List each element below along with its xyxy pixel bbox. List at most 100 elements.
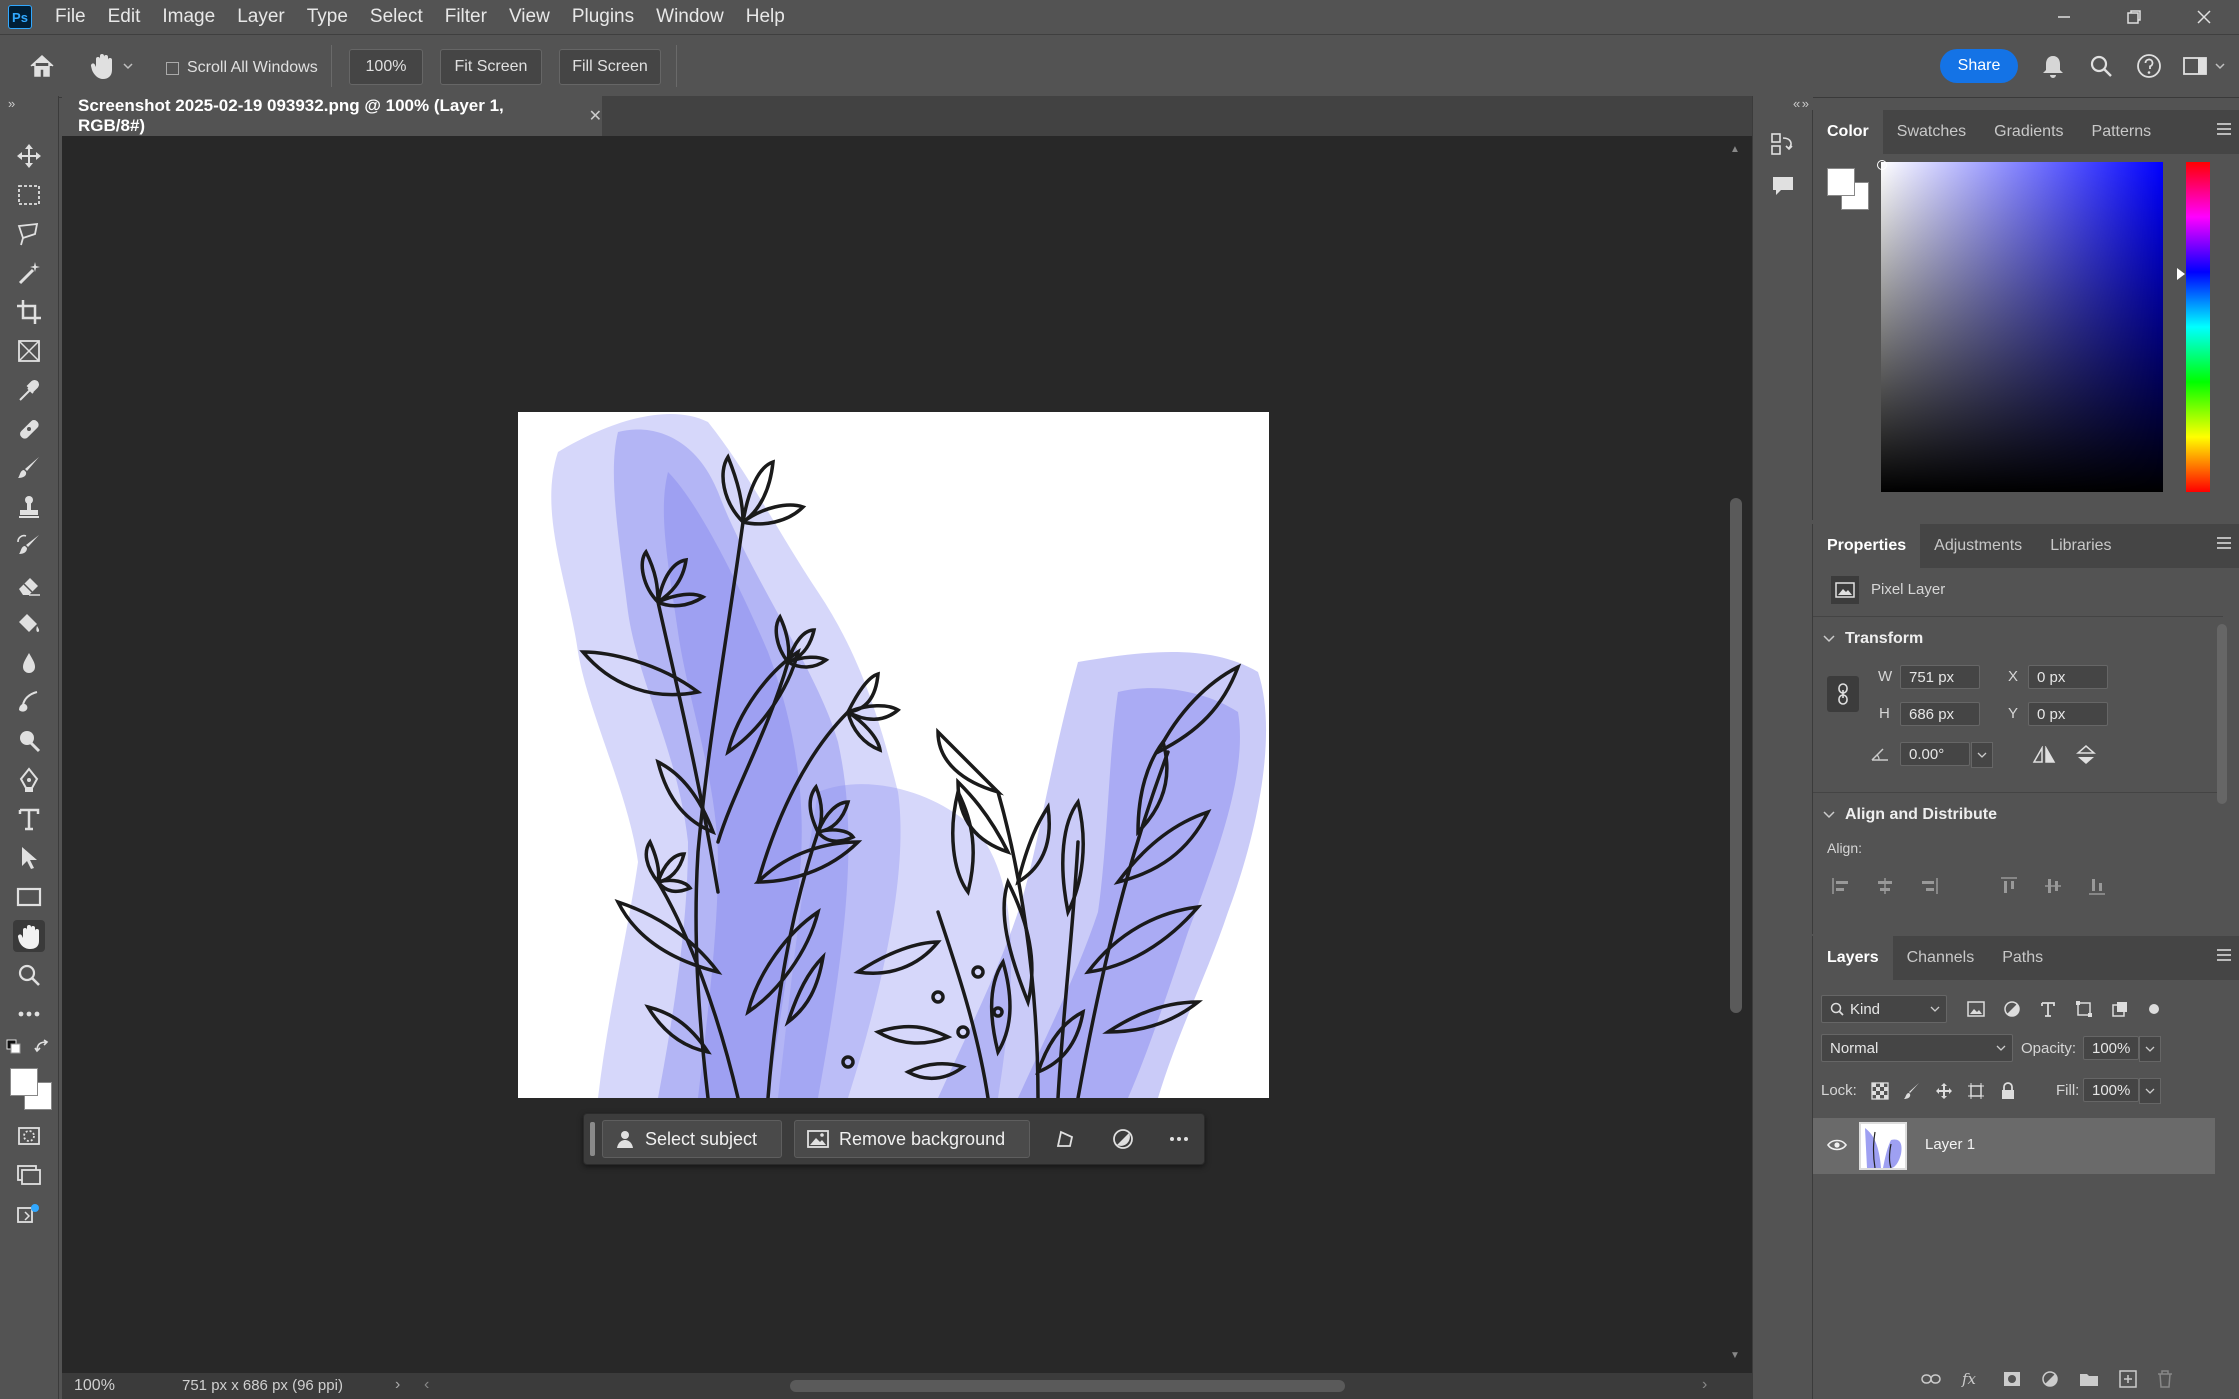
lock-position-icon[interactable] [1935, 1082, 1953, 1100]
menu-type[interactable]: Type [296, 0, 359, 34]
tab-layers[interactable]: Layers [1813, 936, 1893, 980]
scroll-left-arrow-icon[interactable]: ‹ [424, 1376, 429, 1394]
properties-scrollbar-thumb[interactable] [2217, 624, 2227, 804]
minimize-button[interactable] [2029, 0, 2099, 34]
align-center-icon[interactable] [1875, 876, 1895, 896]
align-right-icon[interactable] [1919, 876, 1939, 896]
adjustment-layer-icon[interactable] [2041, 1370, 2059, 1388]
tab-properties[interactable]: Properties [1813, 524, 1921, 568]
fill-field[interactable]: 100% [2083, 1078, 2139, 1102]
color-picker-marker[interactable] [1877, 160, 1887, 170]
edit-toolbar-button[interactable] [13, 998, 45, 1030]
foreground-color-chip[interactable] [1827, 168, 1855, 196]
hand-tool[interactable] [13, 920, 45, 952]
filter-pixel-icon[interactable] [1967, 1001, 1985, 1017]
history-panel-button[interactable] [1769, 130, 1797, 158]
menu-edit[interactable]: Edit [97, 0, 152, 34]
align-left-icon[interactable] [1831, 876, 1851, 896]
height-field[interactable]: 686 px [1900, 702, 1980, 726]
align-top-icon[interactable] [1999, 876, 2019, 896]
color-swatches[interactable] [10, 1068, 52, 1110]
path-selection-tool[interactable] [13, 842, 45, 874]
align-section-header[interactable]: Align and Distribute [1823, 806, 1997, 824]
vertical-scrollbar-thumb[interactable] [1730, 498, 1742, 1013]
clone-stamp-tool[interactable] [13, 491, 45, 523]
status-expand-icon[interactable]: › [395, 1376, 400, 1394]
menu-layer[interactable]: Layer [226, 0, 296, 34]
align-middle-icon[interactable] [2043, 876, 2063, 896]
tab-color[interactable]: Color [1813, 110, 1883, 154]
generative-button[interactable] [13, 1198, 45, 1230]
notifications-button[interactable] [2040, 53, 2066, 79]
move-tool[interactable] [13, 140, 45, 172]
add-mask-icon[interactable] [2003, 1371, 2021, 1387]
opacity-field[interactable]: 100% [2083, 1036, 2139, 1060]
close-window-button[interactable] [2169, 0, 2239, 34]
collapse-panels-icon[interactable]: « [1793, 96, 1800, 111]
screen-mode-button[interactable] [13, 1159, 45, 1191]
foreground-color-swatch[interactable] [10, 1068, 38, 1096]
adjustment-button[interactable] [1112, 1128, 1134, 1150]
y-position-field[interactable]: 0 px [2028, 702, 2108, 726]
history-brush-tool[interactable] [13, 530, 45, 562]
object-selection-tool[interactable] [13, 257, 45, 289]
blend-mode-select[interactable]: Normal [1821, 1034, 2013, 1062]
filter-shape-icon[interactable] [2075, 1000, 2093, 1018]
layer-row[interactable]: Layer 1 [1813, 1118, 2215, 1174]
document-canvas[interactable] [518, 412, 1269, 1098]
horizontal-scrollbar-thumb[interactable] [790, 1380, 1345, 1392]
swap-colors-button[interactable] [34, 1039, 50, 1055]
angle-field[interactable]: 0.00° [1900, 742, 1970, 766]
status-zoom[interactable]: 100% [74, 1377, 115, 1395]
lock-image-pixels-icon[interactable] [1903, 1082, 1921, 1100]
angle-dropdown[interactable] [1971, 742, 1993, 768]
layer-visibility-toggle[interactable] [1827, 1138, 1847, 1152]
blur-tool[interactable] [13, 647, 45, 679]
comments-panel-button[interactable] [1769, 172, 1797, 200]
x-position-field[interactable]: 0 px [2028, 665, 2108, 689]
scroll-down-arrow-icon[interactable]: ▼ [1730, 1350, 1740, 1361]
burn-tool[interactable] [13, 725, 45, 757]
paint-bucket-tool[interactable] [13, 608, 45, 640]
lock-artboard-icon[interactable] [1967, 1082, 1985, 1100]
layer-effects-icon[interactable]: fx [1961, 1370, 1983, 1388]
hand-tool-preset-button[interactable] [88, 51, 134, 81]
hue-slider-marker-icon[interactable] [2177, 268, 2185, 280]
scroll-all-windows-checkbox[interactable]: Scroll All Windows [166, 59, 318, 77]
share-button[interactable]: Share [1940, 49, 2018, 83]
drag-handle[interactable] [590, 1122, 595, 1156]
menu-plugins[interactable]: Plugins [561, 0, 645, 34]
remove-background-button[interactable]: Remove background [794, 1120, 1030, 1158]
tab-gradients[interactable]: Gradients [1980, 110, 2077, 154]
help-button[interactable] [2136, 53, 2162, 79]
fit-screen-button[interactable]: Fit Screen [440, 49, 542, 85]
tab-paths[interactable]: Paths [1988, 936, 2057, 980]
color-panel-swatches[interactable] [1827, 168, 1871, 212]
panel-menu-icon[interactable] [2216, 948, 2232, 962]
color-field[interactable] [1881, 162, 2163, 492]
filter-toggle-icon[interactable] [2147, 1002, 2161, 1016]
align-bottom-icon[interactable] [2087, 876, 2107, 896]
expand-panels-icon[interactable]: » [1802, 96, 1809, 111]
select-subject-button[interactable]: Select subject [602, 1120, 782, 1158]
new-layer-icon[interactable] [2119, 1370, 2137, 1388]
restore-button[interactable] [2099, 0, 2169, 34]
filter-smart-object-icon[interactable] [2111, 1000, 2129, 1018]
healing-brush-tool[interactable] [13, 413, 45, 445]
scroll-up-arrow-icon[interactable]: ▲ [1730, 144, 1740, 155]
fill-dropdown[interactable] [2139, 1078, 2161, 1104]
pen-tool[interactable] [13, 764, 45, 796]
hue-slider[interactable] [2186, 162, 2210, 492]
menu-window[interactable]: Window [645, 0, 735, 34]
flip-vertical-button[interactable] [2076, 744, 2096, 766]
transform-section-header[interactable]: Transform [1823, 630, 1923, 648]
opacity-dropdown[interactable] [2139, 1036, 2161, 1062]
tab-swatches[interactable]: Swatches [1883, 110, 1980, 154]
tab-adjustments[interactable]: Adjustments [1920, 524, 2036, 568]
marquee-tool[interactable] [13, 179, 45, 211]
link-dimensions-button[interactable] [1827, 676, 1859, 712]
filter-type-icon[interactable] [2039, 1000, 2057, 1018]
crop-tool[interactable] [13, 296, 45, 328]
tab-libraries[interactable]: Libraries [2036, 524, 2125, 568]
collapse-toolbar-icon[interactable]: » [8, 96, 15, 111]
